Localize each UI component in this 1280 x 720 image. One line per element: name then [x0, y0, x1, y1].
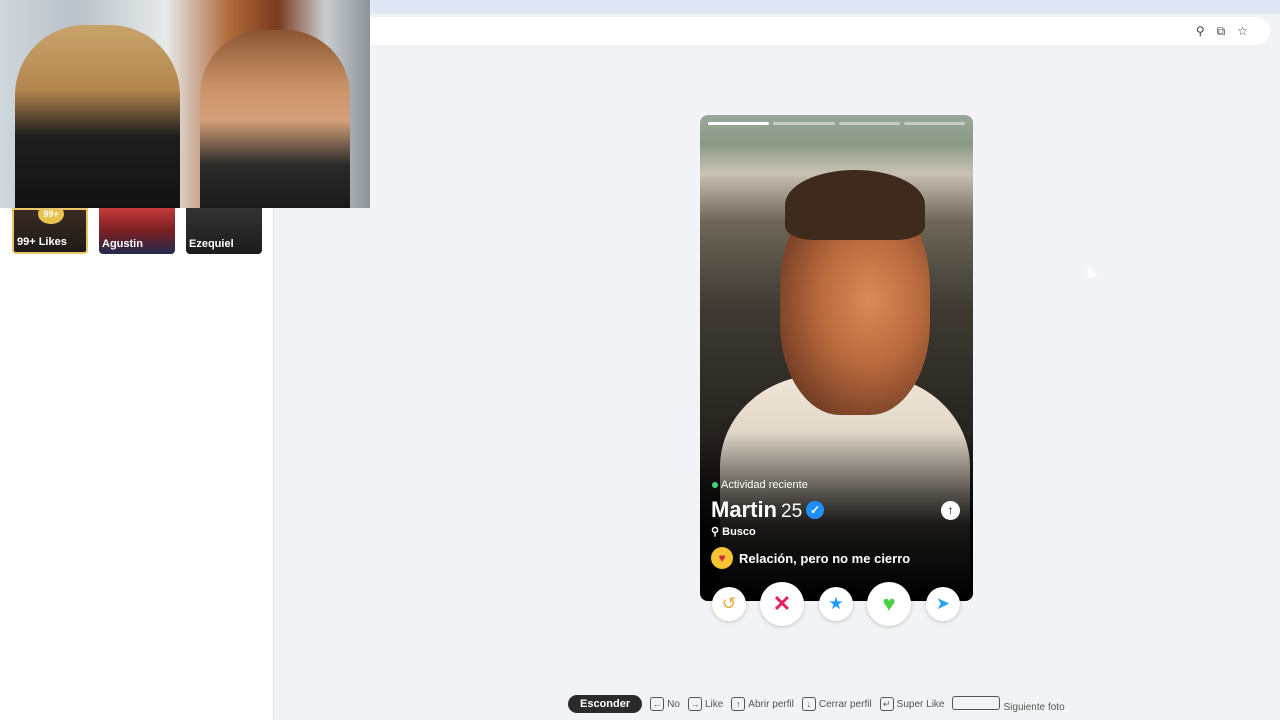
- open-profile-icon[interactable]: ↑: [941, 501, 960, 520]
- heart-icon: ♥: [882, 591, 896, 616]
- space-key-icon: [952, 695, 1001, 710]
- rewind-icon: ↺: [721, 594, 737, 613]
- relationship-goal: ♥ Relación, pero no me cierro: [711, 547, 910, 569]
- nope-button[interactable]: ✕: [760, 582, 804, 626]
- recent-activity: Actividad reciente: [712, 479, 808, 491]
- activity-label: Actividad reciente: [721, 479, 808, 491]
- star-icon: ★: [828, 594, 844, 613]
- shortcut-next-photo-label: Siguiente foto: [1003, 701, 1065, 713]
- mouse-cursor-icon: [1083, 264, 1097, 279]
- match-agustin[interactable]: Agustin: [99, 208, 175, 254]
- profile-photo-hair: [785, 170, 925, 240]
- photo-progress-segment[interactable]: [773, 122, 835, 125]
- person-right: [200, 30, 350, 208]
- profile-name-text: Martin: [711, 497, 777, 522]
- address-bar[interactable]: ⚲ ⧉ ☆: [370, 17, 1270, 45]
- like-button[interactable]: ♥: [867, 582, 911, 626]
- profile-name: Martin 25 ✓: [711, 497, 825, 523]
- photo-progress: [708, 122, 965, 125]
- enter-key-icon: ↵: [879, 697, 894, 711]
- shortcut-close-profile-label: Cerrar perfil: [818, 699, 872, 710]
- verified-icon: ✓: [806, 501, 825, 519]
- shortcut-super-like: ↵ Super Like: [879, 697, 945, 711]
- likes-badge: 99+: [38, 210, 64, 224]
- photo-progress-segment[interactable]: [838, 122, 900, 125]
- match-ezequiel[interactable]: Ezequiel: [186, 208, 262, 254]
- likes-tile[interactable]: 99+ 99+ Likes: [12, 208, 88, 254]
- up-arrow-key-icon: ↑: [731, 697, 746, 711]
- photo-progress-segment[interactable]: [903, 122, 965, 125]
- relationship-goal-text: Relación, pero no me cierro: [739, 550, 911, 566]
- match-name: Ezequiel: [189, 238, 234, 250]
- bookmark-star-icon[interactable]: ☆: [1237, 24, 1248, 39]
- install-icon[interactable]: ⧉: [1217, 24, 1226, 39]
- shortcut-open-profile-label: Abrir perfil: [748, 699, 794, 710]
- right-arrow-key-icon: →: [687, 697, 702, 711]
- hide-shortcuts-button[interactable]: Esconder: [568, 695, 643, 713]
- likes-label: 99+ Likes: [17, 236, 67, 248]
- webcam-overlay: [0, 0, 370, 208]
- rewind-button[interactable]: ↺: [712, 587, 746, 621]
- browser-tabstrip: [370, 0, 1280, 14]
- looking-label: Busco: [722, 526, 756, 538]
- down-arrow-key-icon: ↓: [801, 697, 816, 711]
- profile-card[interactable]: Actividad reciente Martin 25 ✓ ↑ ⚲ Busco ♥…: [700, 115, 973, 601]
- boost-button[interactable]: ➤: [926, 587, 960, 621]
- shortcut-like-label: Like: [704, 699, 724, 710]
- person-left: [15, 25, 180, 208]
- shortcut-super-like-label: Super Like: [896, 699, 945, 710]
- matches-sidebar: 99+ 99+ Likes Agustin Ezequiel: [0, 208, 274, 720]
- send-icon: ➤: [935, 594, 951, 613]
- nope-icon: ✕: [772, 591, 792, 616]
- location-icon[interactable]: ⚲: [1196, 24, 1205, 39]
- left-arrow-key-icon: ←: [650, 697, 665, 711]
- activity-dot-icon: [712, 482, 718, 488]
- keyboard-shortcuts: Esconder ← No → Like ↑ Abrir perfil ↓ Cerrar…: [568, 695, 1065, 713]
- shortcut-close-profile: ↓ Cerrar perfil: [801, 697, 872, 711]
- photo-progress-segment[interactable]: [708, 122, 770, 125]
- shortcut-no-label: No: [667, 699, 680, 710]
- action-buttons: ↺ ✕ ★ ♥ ➤: [706, 580, 968, 628]
- heart-eyes-icon: ♥: [711, 547, 733, 569]
- profile-age: 25: [781, 501, 803, 522]
- looking-for: ⚲ Busco: [711, 525, 756, 538]
- shortcut-next-photo: Siguiente foto: [952, 695, 1065, 713]
- shortcut-open-profile: ↑ Abrir perfil: [731, 697, 794, 711]
- shortcut-no: ← No: [650, 697, 680, 711]
- match-name: Agustin: [102, 238, 143, 250]
- search-icon: ⚲: [711, 526, 720, 538]
- superlike-button[interactable]: ★: [819, 587, 853, 621]
- shortcut-like: → Like: [687, 697, 724, 711]
